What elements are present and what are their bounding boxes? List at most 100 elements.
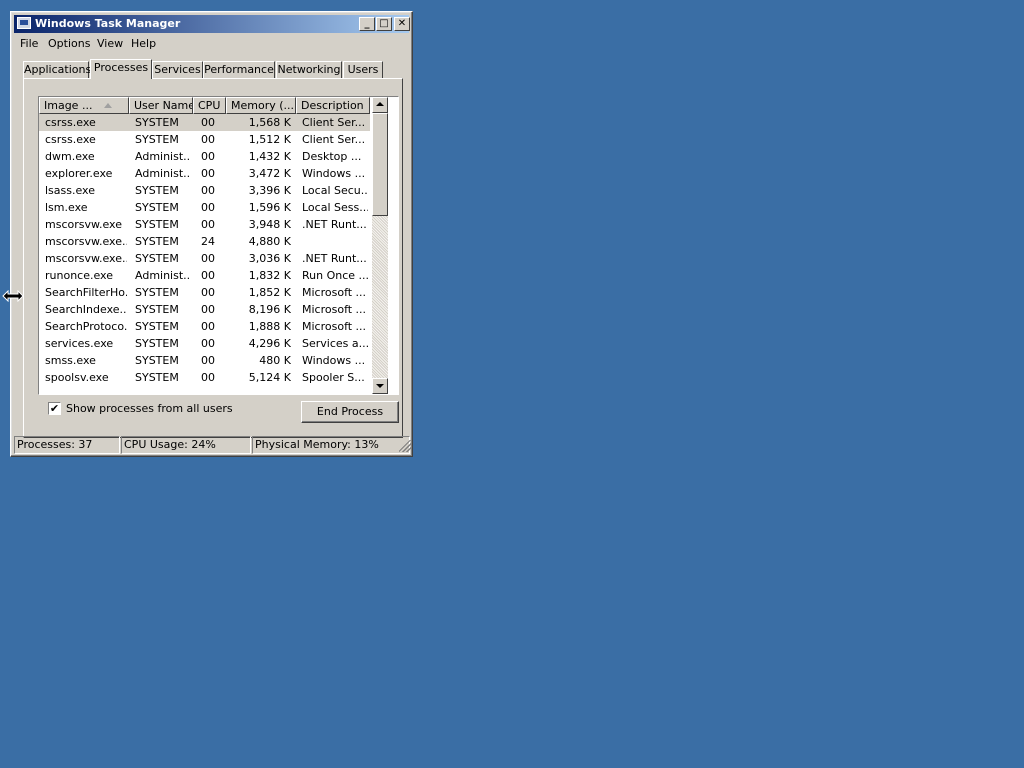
status-bar: Processes: 37 CPU Usage: 24% Physical Me… [14, 436, 411, 454]
cell-description: Client Ser... [302, 116, 366, 129]
cell-memory: 1,852 K [248, 286, 291, 299]
show-all-users-checkbox[interactable]: ✔ [48, 402, 61, 415]
cell-description: Local Sess... [302, 201, 368, 214]
cell-memory: 1,568 K [248, 116, 291, 129]
process-row[interactable]: csrss.exe SYSTEM 00 1,512 K Client Ser... [39, 131, 370, 148]
cell-cpu: 00 [201, 167, 215, 180]
cell-user-name: SYSTEM [135, 286, 179, 299]
cell-memory: 1,832 K [248, 269, 291, 282]
end-process-button[interactable]: End Process [301, 401, 399, 423]
cell-memory: 480 K [259, 354, 291, 367]
cell-memory: 3,036 K [248, 252, 291, 265]
cell-user-name: Administ... [135, 150, 191, 163]
menu-options[interactable]: Options [48, 37, 90, 50]
cell-description: Spooler S... [302, 371, 365, 384]
process-list[interactable]: Image ... User Name CPU Memory (... Desc… [38, 96, 399, 395]
menu-help[interactable]: Help [131, 37, 156, 50]
cell-memory: 3,948 K [248, 218, 291, 231]
process-row[interactable]: SearchIndexe... SYSTEM 00 8,196 K Microsoft … [39, 301, 370, 318]
cell-user-name: SYSTEM [135, 201, 179, 214]
cell-image-name: dwm.exe [45, 150, 95, 163]
vertical-scrollbar[interactable] [372, 97, 388, 394]
cell-description: Run Once ... [302, 269, 368, 282]
tab-users[interactable]: Users [343, 61, 383, 78]
cell-cpu: 00 [201, 371, 215, 384]
process-row[interactable]: smss.exe SYSTEM 00 480 K Windows ... [39, 352, 370, 369]
cell-user-name: SYSTEM [135, 371, 179, 384]
process-row[interactable]: explorer.exe Administ... 00 3,472 K Windows … [39, 165, 370, 182]
cell-user-name: SYSTEM [135, 184, 179, 197]
cell-user-name: SYSTEM [135, 218, 179, 231]
column-header-row: Image ... User Name CPU Memory (... Desc… [39, 97, 370, 114]
cell-description: Windows ... [302, 354, 366, 367]
cell-user-name: SYSTEM [135, 303, 179, 316]
process-row[interactable]: SearchFilterHo... SYSTEM 00 1,852 K Microsof… [39, 284, 370, 301]
column-image-name[interactable]: Image ... [39, 97, 129, 114]
cell-image-name: SearchProtoco... [45, 320, 127, 333]
menu-view[interactable]: View [97, 37, 123, 50]
cell-user-name: SYSTEM [135, 133, 179, 146]
tab-applications[interactable]: Applications [23, 61, 91, 78]
show-all-users-label[interactable]: Show processes from all users [66, 402, 233, 415]
process-row[interactable]: spoolsv.exe SYSTEM 00 5,124 K Spooler S... [39, 369, 370, 386]
process-row[interactable]: dwm.exe Administ... 00 1,432 K Desktop ... [39, 148, 370, 165]
process-row[interactable]: lsass.exe SYSTEM 00 3,396 K Local Secu... [39, 182, 370, 199]
cell-memory: 1,596 K [248, 201, 291, 214]
cell-memory: 4,296 K [248, 337, 291, 350]
column-memory[interactable]: Memory (... [226, 97, 296, 114]
cell-cpu: 00 [201, 269, 215, 282]
tab-services[interactable]: Services [152, 61, 203, 78]
cell-cpu: 24 [201, 235, 215, 248]
scroll-thumb[interactable] [372, 113, 388, 216]
close-button[interactable]: ✕ [394, 17, 410, 31]
menu-file[interactable]: File [20, 37, 38, 50]
process-rows: csrss.exe SYSTEM 00 1,568 K Client Ser... csr… [39, 114, 370, 394]
cell-cpu: 00 [201, 116, 215, 129]
process-row[interactable]: csrss.exe SYSTEM 00 1,568 K Client Ser... [39, 114, 370, 131]
cell-description: .NET Runt... [302, 218, 367, 231]
cell-memory: 5,124 K [248, 371, 291, 384]
cell-cpu: 00 [201, 354, 215, 367]
column-cpu[interactable]: CPU [193, 97, 226, 114]
tab-performance[interactable]: Performance [203, 61, 275, 78]
title-bar[interactable]: Windows Task Manager _ □ ✕ [14, 15, 410, 33]
close-icon: ✕ [397, 18, 407, 29]
tab-networking[interactable]: Networking [276, 61, 342, 78]
cell-description: Microsoft ... [302, 303, 367, 316]
cell-cpu: 00 [201, 286, 215, 299]
tab-processes[interactable]: Processes [90, 59, 152, 79]
column-user-name[interactable]: User Name [129, 97, 193, 114]
process-row[interactable]: mscorsvw.exe SYSTEM 00 3,948 K .NET Runt... [39, 216, 370, 233]
cell-image-name: explorer.exe [45, 167, 113, 180]
cell-cpu: 00 [201, 133, 215, 146]
process-row[interactable]: runonce.exe Administ... 00 1,832 K Run Once … [39, 267, 370, 284]
resize-grip-icon[interactable] [399, 440, 411, 452]
cell-image-name: lsm.exe [45, 201, 88, 214]
minimize-button[interactable]: _ [359, 17, 375, 31]
cell-description [302, 233, 368, 250]
cell-description: Desktop ... [302, 150, 362, 163]
maximize-button[interactable]: □ [376, 17, 392, 31]
process-row[interactable]: mscorsvw.exe... SYSTEM 24 4,880 K [39, 233, 370, 250]
cell-memory: 1,432 K [248, 150, 291, 163]
cell-description: Microsoft ... [302, 286, 367, 299]
cell-image-name: csrss.exe [45, 116, 96, 129]
scroll-down-button[interactable] [372, 378, 388, 394]
column-description[interactable]: Description [296, 97, 370, 114]
cell-memory: 4,880 K [248, 235, 291, 248]
process-row[interactable]: lsm.exe SYSTEM 00 1,596 K Local Sess... [39, 199, 370, 216]
cell-cpu: 00 [201, 150, 215, 163]
cell-image-name: mscorsvw.exe [45, 218, 122, 231]
scroll-up-button[interactable] [372, 97, 388, 113]
cell-image-name: smss.exe [45, 354, 96, 367]
menu-bar: File Options View Help [14, 35, 409, 53]
cell-image-name: SearchIndexe... [45, 303, 127, 316]
process-row[interactable]: mscorsvw.exe... SYSTEM 00 3,036 K .NET Runt.… [39, 250, 370, 267]
task-manager-window: Windows Task Manager _ □ ✕ File Options … [10, 11, 413, 457]
status-processes: Processes: 37 [14, 436, 120, 454]
cell-cpu: 00 [201, 252, 215, 265]
process-row[interactable]: SearchProtoco... SYSTEM 00 1,888 K Microsoft… [39, 318, 370, 335]
column-image-label: Image ... [44, 99, 93, 112]
arrow-down-icon [376, 384, 384, 388]
process-row[interactable]: services.exe SYSTEM 00 4,296 K Services a... [39, 335, 370, 352]
